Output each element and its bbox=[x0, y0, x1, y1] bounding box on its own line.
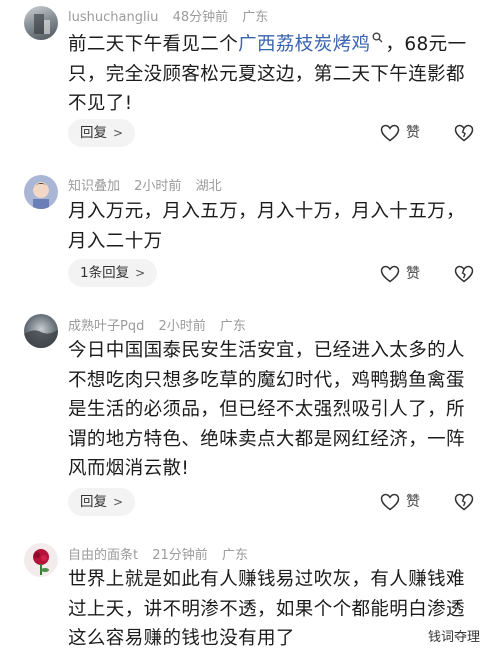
chevron-right-icon: > bbox=[135, 266, 146, 280]
comment-meta: lushuchangliu 48分钟前 广东 bbox=[68, 6, 278, 25]
avatar[interactable] bbox=[24, 6, 58, 40]
search-icon[interactable] bbox=[372, 32, 383, 43]
avatar[interactable] bbox=[24, 314, 58, 348]
timestamp: 2小时前 bbox=[158, 319, 206, 334]
reply-button[interactable]: 回复 > bbox=[68, 488, 136, 516]
watermark: 钱词夺理 bbox=[428, 630, 481, 645]
dislike-button[interactable] bbox=[454, 124, 474, 148]
location: 广东 bbox=[221, 548, 248, 563]
avatar[interactable] bbox=[24, 175, 58, 209]
reply-button[interactable]: 回复 > bbox=[68, 119, 136, 147]
like-button[interactable]: 赞 bbox=[380, 262, 420, 286]
comment-meta: 知识叠加 2小时前 湖北 bbox=[68, 175, 232, 194]
comment-meta: 自由的面条t 21分钟前 广东 bbox=[68, 544, 258, 563]
view-replies-button[interactable]: 1条回复 > bbox=[68, 259, 158, 287]
timestamp: 48分钟前 bbox=[172, 10, 229, 25]
comment-text: 世界上就是如此有人赚钱易过吹灰，有人赚钱难过上天，讲不明渗不透，如果个个都能明白… bbox=[68, 569, 465, 649]
heart-icon bbox=[380, 124, 400, 142]
search-link[interactable]: 广西荔枝炭烤鸡 bbox=[238, 34, 370, 55]
chevron-right-icon: > bbox=[113, 495, 124, 509]
location: 湖北 bbox=[195, 179, 222, 194]
avatar-landscape-icon bbox=[24, 330, 58, 348]
dislike-button[interactable] bbox=[454, 493, 474, 517]
avatar[interactable] bbox=[24, 543, 58, 577]
heart-icon bbox=[380, 493, 400, 511]
avatar-photo-icon bbox=[34, 14, 50, 34]
broken-heart-icon bbox=[454, 265, 474, 283]
like-button[interactable]: 赞 bbox=[380, 121, 420, 145]
timestamp: 2小时前 bbox=[134, 179, 182, 194]
broken-heart-icon bbox=[454, 124, 474, 142]
location: 广东 bbox=[242, 10, 269, 25]
avatar-illustration-icon bbox=[32, 182, 50, 209]
username[interactable]: 自由的面条t bbox=[68, 548, 138, 563]
comment-text: 前二天下午看见二个广西荔枝炭烤鸡 ，68元一只，完全没顾客松元夏这边，第二天下午连… bbox=[68, 30, 478, 119]
heart-icon bbox=[380, 265, 400, 283]
chevron-right-icon: > bbox=[113, 126, 124, 140]
dislike-button[interactable] bbox=[454, 265, 474, 289]
location: 广东 bbox=[219, 319, 246, 334]
broken-heart-icon bbox=[454, 493, 474, 511]
timestamp: 21分钟前 bbox=[152, 548, 208, 563]
username[interactable]: 知识叠加 bbox=[68, 179, 120, 194]
username[interactable]: lushuchangliu bbox=[68, 10, 158, 25]
like-button[interactable]: 赞 bbox=[380, 490, 420, 514]
comment-meta: 成熟叶子Pqd 2小时前 广东 bbox=[68, 315, 256, 334]
comment-text: 月入万元，月入五万，月入十万，月入十五万，月入二十万 bbox=[68, 201, 465, 252]
username[interactable]: 成熟叶子Pqd bbox=[68, 319, 144, 334]
comment-text: 今日中国国泰民安生活安宜，已经进入太多的人不想吃肉只想多吃草的魔幻时代，鸡鸭鹅鱼… bbox=[68, 340, 465, 479]
avatar-flower-icon bbox=[33, 549, 49, 575]
